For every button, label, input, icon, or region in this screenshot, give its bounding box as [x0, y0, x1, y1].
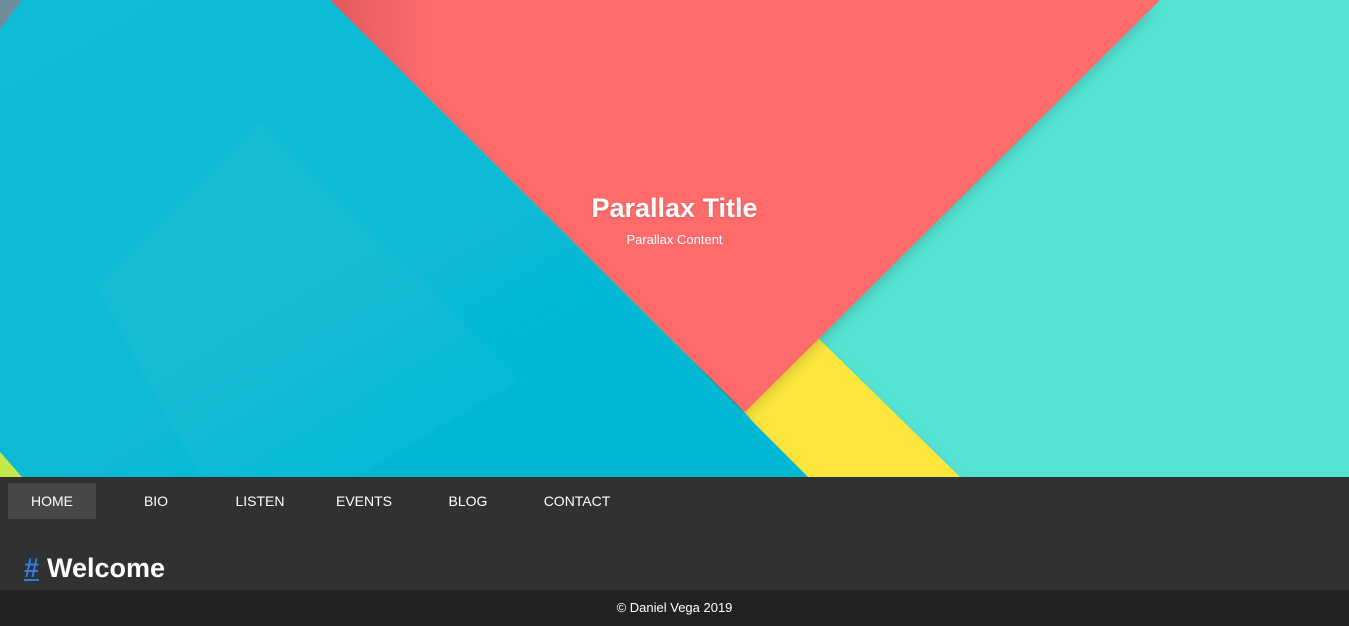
nav-home[interactable]: HOME [8, 483, 96, 519]
nav-bio[interactable]: BIO [112, 483, 200, 519]
main-content: # Welcome [0, 525, 1349, 590]
heading-anchor-link[interactable]: # [24, 553, 39, 583]
hero-title: Parallax Title [591, 193, 758, 223]
nav-listen[interactable]: LISTEN [216, 483, 304, 519]
nav-blog[interactable]: BLOG [424, 483, 512, 519]
hero-subtitle: Parallax Content [626, 232, 723, 247]
nav-events[interactable]: EVENTS [320, 483, 408, 519]
nav-contact[interactable]: CONTACT [528, 483, 626, 519]
copyright-text: © Daniel Vega 2019 [616, 600, 733, 615]
welcome-heading-text: Welcome [47, 553, 166, 583]
page-footer: © Daniel Vega 2019 [0, 590, 1349, 626]
welcome-heading: # Welcome [24, 552, 165, 584]
parallax-hero: Parallax Title Parallax Content [0, 0, 1349, 477]
hero-text-block: Parallax Title Parallax Content [0, 192, 1349, 248]
main-navbar: HOME BIO LISTEN EVENTS BLOG CONTACT [0, 477, 1349, 525]
